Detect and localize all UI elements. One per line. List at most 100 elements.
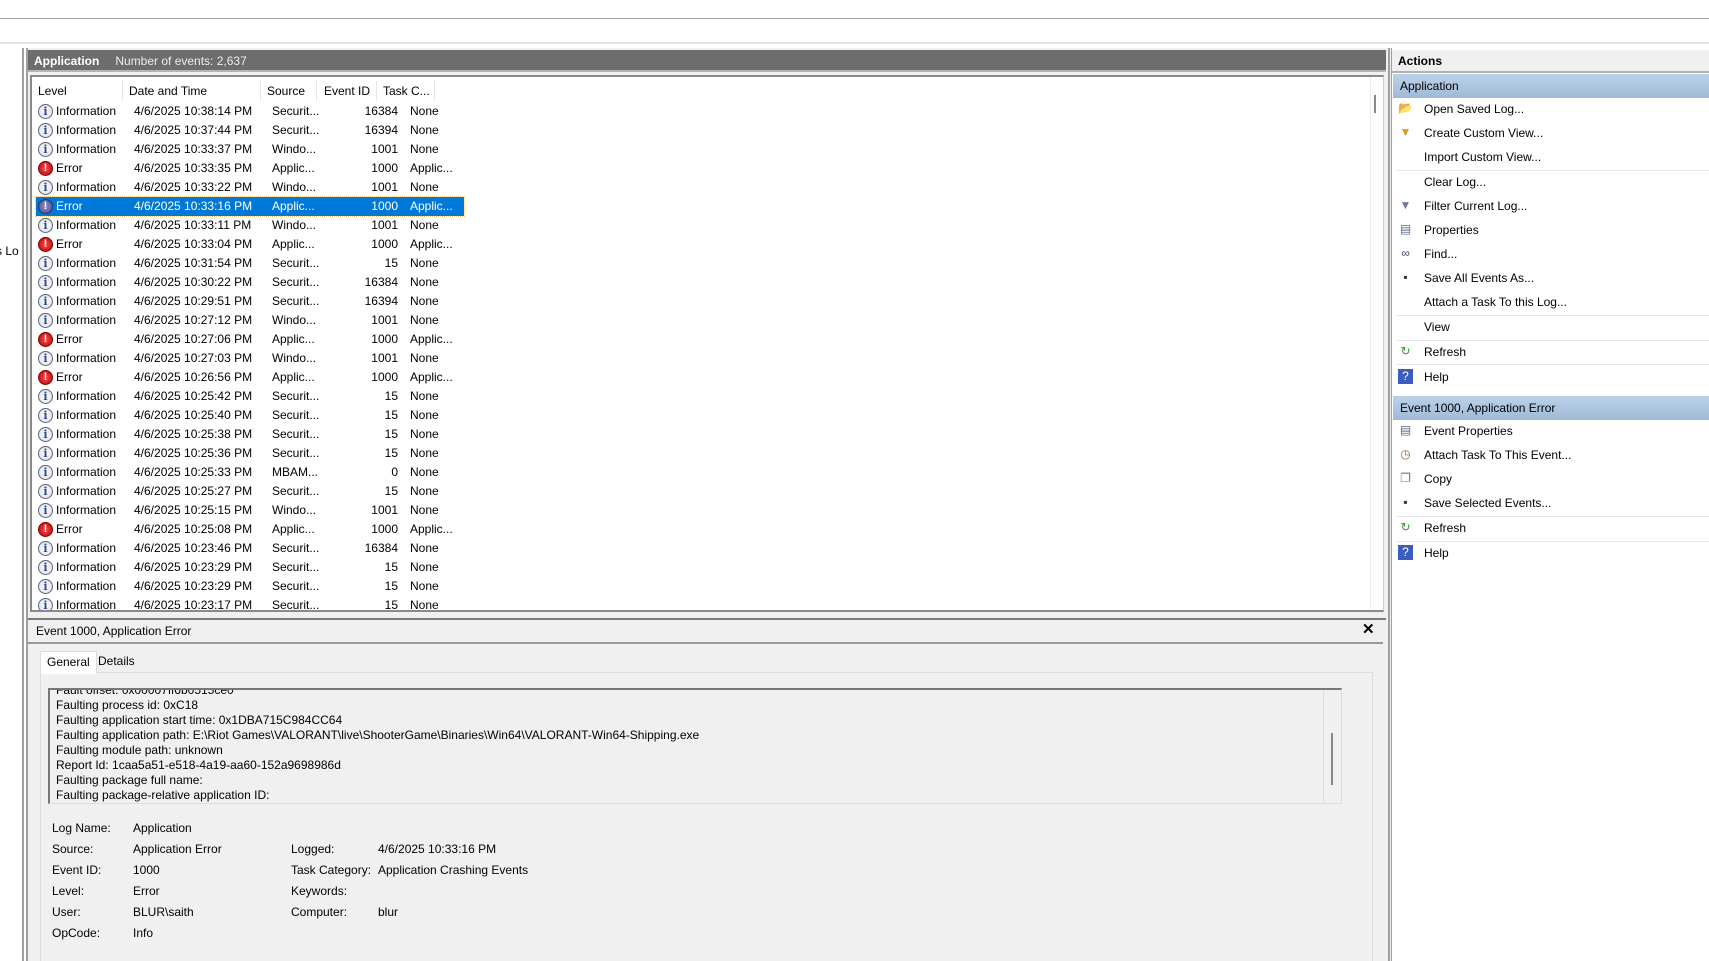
event-row[interactable]: i Information 4/6/2025 10:27:03 PM Windo… xyxy=(36,349,464,368)
tree-item-partial[interactable]: s Lo xyxy=(0,244,19,258)
column-header-event-id[interactable]: Event ID xyxy=(317,81,377,101)
event-list-scrollbar[interactable] xyxy=(1370,77,1382,610)
event-row[interactable]: i Information 4/6/2025 10:37:44 PM Secur… xyxy=(36,121,464,140)
cell-date: 4/6/2025 10:23:46 PM xyxy=(134,541,253,555)
cell-source: Securit... xyxy=(272,541,320,555)
action-save-selected-events[interactable]: ▪ Save Selected Events... xyxy=(1396,492,1709,514)
action-label: Find... xyxy=(1424,247,1458,261)
event-row[interactable]: i Information 4/6/2025 10:23:29 PM Secur… xyxy=(36,558,464,577)
event-row[interactable]: i Information 4/6/2025 10:29:51 PM Secur… xyxy=(36,292,464,311)
event-row[interactable]: ! Error 4/6/2025 10:33:04 PM Applic... 1… xyxy=(36,235,464,254)
action-refresh[interactable]: ↻ Refresh xyxy=(1396,517,1709,539)
event-row[interactable]: ! Error 4/6/2025 10:25:08 PM Applic... 1… xyxy=(36,520,464,539)
cell-task-category: Applic... xyxy=(410,199,453,213)
action-properties[interactable]: ▤ Properties xyxy=(1396,219,1709,241)
action-attach-task-to-this-event[interactable]: ◷ Attach Task To This Event... xyxy=(1396,444,1709,466)
information-icon: i xyxy=(38,503,53,518)
help-icon: ? xyxy=(1398,369,1413,384)
cell-event-id: 1000 xyxy=(371,199,398,213)
copy-icon: ❐ xyxy=(1400,471,1411,485)
cell-date: 4/6/2025 10:33:22 PM xyxy=(134,180,253,194)
action-open-saved-log[interactable]: 📂 Open Saved Log... xyxy=(1396,98,1709,120)
cell-event-id: 15 xyxy=(384,579,398,593)
event-row[interactable]: i Information 4/6/2025 10:25:33 PM MBAM.… xyxy=(36,463,464,482)
event-id-label: Event ID: xyxy=(52,863,102,877)
event-row[interactable]: i Information 4/6/2025 10:25:36 PM Secur… xyxy=(36,444,464,463)
cell-event-id: 15 xyxy=(384,598,398,612)
action-clear-log[interactable]: Clear Log... xyxy=(1396,171,1709,193)
close-icon[interactable]: ✕ xyxy=(1362,620,1375,638)
information-icon: i xyxy=(38,313,53,328)
actions-section-event[interactable]: Event 1000, Application Error xyxy=(1393,396,1709,420)
folder-open-icon: 📂 xyxy=(1398,101,1413,115)
cell-source: Securit... xyxy=(272,446,320,460)
action-help[interactable]: ? Help xyxy=(1396,542,1709,564)
action-filter-current-log[interactable]: ▼ Filter Current Log... xyxy=(1396,195,1709,217)
cell-date: 4/6/2025 10:33:11 PM xyxy=(134,218,252,232)
action-find[interactable]: ∞ Find... xyxy=(1396,243,1709,265)
cell-source: Windo... xyxy=(272,313,317,327)
action-label: Create Custom View... xyxy=(1424,126,1544,140)
event-row[interactable]: i Information 4/6/2025 10:27:12 PM Windo… xyxy=(36,311,464,330)
event-row[interactable]: i Information 4/6/2025 10:38:14 PM Secur… xyxy=(36,102,464,121)
event-row[interactable]: i Information 4/6/2025 10:23:46 PM Secur… xyxy=(36,539,464,558)
error-icon: ! xyxy=(38,522,53,537)
event-row[interactable]: i Information 4/6/2025 10:33:11 PM Windo… xyxy=(36,216,464,235)
action-copy[interactable]: ❐ Copy xyxy=(1396,468,1709,490)
event-row[interactable]: i Information 4/6/2025 10:33:22 PM Windo… xyxy=(36,178,464,197)
event-row[interactable]: ! Error 4/6/2025 10:27:06 PM Applic... 1… xyxy=(36,330,464,349)
event-row[interactable]: i Information 4/6/2025 10:31:54 PM Secur… xyxy=(36,254,464,273)
tab-general[interactable]: General xyxy=(40,651,97,674)
menu-separator xyxy=(1396,170,1709,171)
cell-date: 4/6/2025 10:33:16 PM xyxy=(134,199,253,213)
column-header-task-category[interactable]: Task C... xyxy=(377,81,435,101)
event-row[interactable]: ! Error 4/6/2025 10:33:16 PM Applic... 1… xyxy=(35,196,465,217)
tab-details[interactable]: Details xyxy=(92,651,141,673)
action-attach-a-task-to-this-log[interactable]: Attach a Task To this Log... xyxy=(1396,291,1709,313)
scrollbar-thumb[interactable] xyxy=(1331,733,1333,785)
description-line: Faulting process id: 0xC18 xyxy=(56,698,199,712)
event-row[interactable]: i Information 4/6/2025 10:33:37 PM Windo… xyxy=(36,140,464,159)
cell-event-id: 0 xyxy=(391,465,398,479)
actions-section-application[interactable]: Application xyxy=(1393,74,1709,98)
action-help[interactable]: ? Help xyxy=(1396,366,1709,388)
cell-level: Error xyxy=(56,522,83,536)
column-header-date[interactable]: Date and Time xyxy=(123,81,261,101)
scrollbar-thumb[interactable] xyxy=(1374,95,1376,113)
column-header-source[interactable]: Source xyxy=(261,81,317,101)
information-icon: i xyxy=(38,560,53,575)
event-row[interactable]: ! Error 4/6/2025 10:33:35 PM Applic... 1… xyxy=(36,159,464,178)
event-row[interactable]: i Information 4/6/2025 10:25:15 PM Windo… xyxy=(36,501,464,520)
cell-task-category: None xyxy=(410,351,439,365)
navigation-tree-pane[interactable]: s Lo xyxy=(0,48,24,961)
cell-source: Securit... xyxy=(272,275,320,289)
event-row[interactable]: ! Error 4/6/2025 10:26:56 PM Applic... 1… xyxy=(36,368,464,387)
action-event-properties[interactable]: ▤ Event Properties xyxy=(1396,420,1709,442)
event-row[interactable]: i Information 4/6/2025 10:25:27 PM Secur… xyxy=(36,482,464,501)
action-refresh[interactable]: ↻ Refresh xyxy=(1396,341,1709,363)
event-count: Number of events: 2,637 xyxy=(115,54,247,68)
cell-source: Securit... xyxy=(272,389,320,403)
action-import-custom-view[interactable]: Import Custom View... xyxy=(1396,146,1709,168)
action-label: Open Saved Log... xyxy=(1424,102,1525,116)
binoculars-icon: ∞ xyxy=(1401,246,1410,260)
event-row[interactable]: i Information 4/6/2025 10:25:38 PM Secur… xyxy=(36,425,464,444)
event-row[interactable]: i Information 4/6/2025 10:23:29 PM Secur… xyxy=(36,577,464,596)
cell-source: Applic... xyxy=(272,522,315,536)
event-row[interactable]: i Information 4/6/2025 10:25:40 PM Secur… xyxy=(36,406,464,425)
column-header-level[interactable]: Level xyxy=(32,81,123,101)
action-view[interactable]: View xyxy=(1396,316,1709,338)
cell-date: 4/6/2025 10:33:35 PM xyxy=(134,161,253,175)
action-save-all-events-as[interactable]: ▪ Save All Events As... xyxy=(1396,267,1709,289)
log-name-value: Application xyxy=(133,821,192,835)
action-create-custom-view[interactable]: ▼ Create Custom View... xyxy=(1396,122,1709,144)
event-row[interactable]: i Information 4/6/2025 10:23:17 PM Secur… xyxy=(36,596,464,612)
event-list[interactable]: Level Date and Time Source Event ID Task… xyxy=(30,75,1384,612)
event-description-textbox[interactable]: Fault offset: 0x00007ff6b0515ce0 Faulting… xyxy=(48,688,1342,804)
event-row[interactable]: i Information 4/6/2025 10:25:42 PM Secur… xyxy=(36,387,464,406)
cell-level: Information xyxy=(56,484,117,498)
event-row[interactable]: i Information 4/6/2025 10:30:22 PM Secur… xyxy=(36,273,464,292)
cell-task-category: None xyxy=(410,427,439,441)
save-icon: ▪ xyxy=(1403,270,1408,284)
action-label: View xyxy=(1424,320,1450,334)
